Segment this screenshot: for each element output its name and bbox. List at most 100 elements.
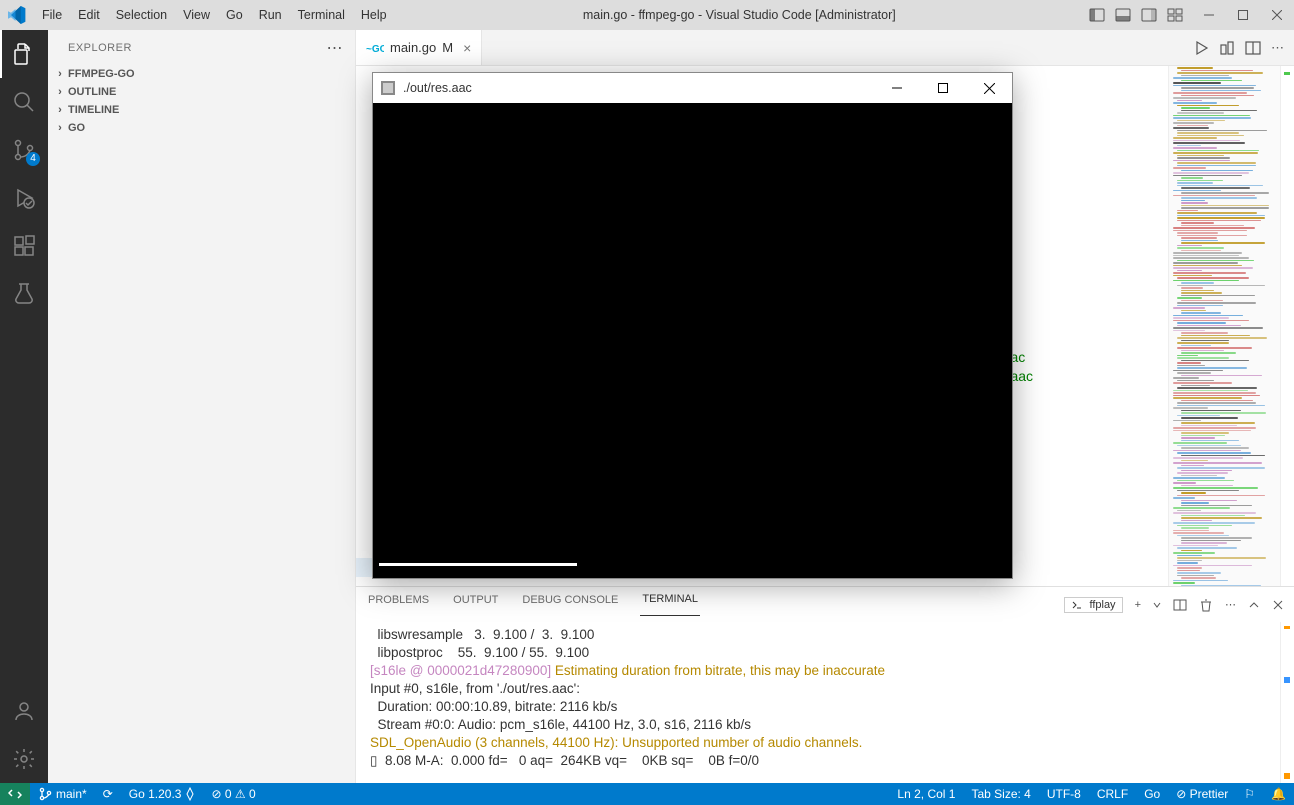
minimap-line [1173,407,1208,409]
minimap-line [1173,512,1256,514]
activity-settings-icon[interactable] [0,735,48,783]
kill-terminal-icon[interactable] [1199,598,1213,612]
tab-main-go[interactable]: ~GO main.go M × [356,30,482,65]
activity-testing-icon[interactable] [0,270,48,318]
activity-extensions-icon[interactable] [0,222,48,270]
menu-help[interactable]: Help [353,0,395,30]
sidebar-section-label: GO [68,122,85,134]
status-branch[interactable]: main* [30,783,95,805]
terminal-output[interactable]: libswresample 3. 9.100 / 3. 9.100 libpos… [356,622,1280,783]
menu-edit[interactable]: Edit [70,0,108,30]
minimap-line [1173,117,1251,119]
terminal-task-chip[interactable]: ffplay [1064,597,1122,613]
minimap-line [1177,125,1208,127]
panel-tab-terminal[interactable]: TERMINAL [640,593,700,616]
media-minimize-icon[interactable] [874,73,920,103]
minimap-line [1177,555,1202,557]
minimap-line [1173,427,1256,429]
activity-search-icon[interactable] [0,78,48,126]
status-notifications-icon[interactable]: 🔔 [1263,783,1294,805]
activity-run-debug-icon[interactable] [0,174,48,222]
minimap-line [1173,267,1253,269]
menu-go[interactable]: Go [218,0,251,30]
minimap-line [1177,260,1254,262]
menu-file[interactable]: File [34,0,70,30]
status-tab-size[interactable]: Tab Size: 4 [963,783,1038,805]
status-diagnostics[interactable]: ⊘ 0 ⚠ 0 [203,783,263,805]
panel-close-icon[interactable] [1272,599,1284,611]
sidebar-section-outline[interactable]: ›OUTLINE [48,83,355,101]
debug-alt-icon[interactable] [1219,40,1235,56]
minimap-line [1177,297,1202,299]
menu-selection[interactable]: Selection [108,0,175,30]
minimap-line [1173,522,1255,524]
minimap-line [1177,132,1239,134]
window-minimize-icon[interactable] [1192,0,1226,30]
panel-tab-problems[interactable]: PROBLEMS [366,594,431,616]
editor-scrollbar[interactable] [1280,66,1294,586]
activity-explorer-icon[interactable] [0,30,48,78]
status-go-version[interactable]: Go 1.20.3 [121,783,204,805]
minimap-line [1177,162,1256,164]
status-feedback-icon[interactable]: ⚐ [1236,783,1263,805]
layout-toggle-sidebar-left-icon[interactable] [1084,0,1110,30]
minimap-line [1173,397,1242,399]
media-player-window[interactable]: ./out/res.aac [372,72,1013,579]
status-language[interactable]: Go [1136,783,1168,805]
sidebar-section-timeline[interactable]: ›TIMELINE [48,101,355,119]
status-ln-col[interactable]: Ln 2, Col 1 [889,783,963,805]
panel-more-icon[interactable]: ⋯ [1225,598,1236,611]
status-formatter[interactable]: ⊘ Prettier [1168,783,1236,805]
minimap-line [1177,575,1214,577]
panel-tab-output[interactable]: OUTPUT [451,594,500,616]
minimap-line [1173,307,1205,309]
terminal-scrollbar[interactable] [1280,622,1294,783]
terminal-task-label: ffplay [1089,599,1115,611]
minimap-line [1177,270,1202,272]
status-eol[interactable]: CRLF [1089,783,1136,805]
new-terminal-icon[interactable]: + [1135,599,1141,611]
sidebar-section-ffmpeg-go[interactable]: ›FFMPEG-GO [48,65,355,83]
sidebar-section-go[interactable]: ›GO [48,119,355,137]
explorer-more-icon[interactable]: ⋯ [327,38,344,58]
minimap[interactable]: spec [1168,66,1280,586]
window-close-icon[interactable] [1260,0,1294,30]
minimap-line [1181,447,1249,449]
minimap-line [1177,402,1256,404]
media-maximize-icon[interactable] [920,73,966,103]
minimap-line [1181,70,1253,72]
minimap-line [1181,90,1261,92]
minimap-line [1181,110,1257,112]
activity-source-control-icon[interactable]: 4 [0,126,48,174]
run-icon[interactable] [1193,40,1209,56]
minimap-line [1181,517,1262,519]
status-encoding[interactable]: UTF-8 [1039,783,1089,805]
terminal-line: Input #0, s16le, from './out/res.aac': [370,681,580,696]
sidebar-section-label: FFMPEG-GO [68,68,135,80]
terminal-dropdown-icon[interactable] [1153,601,1161,609]
media-titlebar[interactable]: ./out/res.aac [373,73,1012,103]
window-maximize-icon[interactable] [1226,0,1260,30]
split-editor-icon[interactable] [1245,40,1261,56]
media-close-icon[interactable] [966,73,1012,103]
menu-view[interactable]: View [175,0,218,30]
activity-accounts-icon[interactable] [0,687,48,735]
minimap-line [1181,460,1208,462]
split-terminal-icon[interactable] [1173,598,1187,612]
status-remote[interactable] [0,783,30,805]
layout-toggle-sidebar-right-icon[interactable] [1136,0,1162,30]
terminal-line: Stream #0:0: Audio: pcm_s16le, 44100 Hz,… [370,717,751,732]
menu-terminal[interactable]: Terminal [290,0,353,30]
tab-close-icon[interactable]: × [463,40,471,56]
menu-run[interactable]: Run [251,0,290,30]
status-sync[interactable]: ⟳ [95,783,121,805]
layout-toggle-panel-icon[interactable] [1110,0,1136,30]
panel-tab-debug-console[interactable]: DEBUG CONSOLE [520,594,620,616]
panel-chevron-up-icon[interactable] [1248,599,1260,611]
minimap-line [1177,247,1224,249]
editor-more-icon[interactable]: ⋯ [1271,40,1284,56]
minimap-line [1181,197,1257,199]
customize-layout-icon[interactable] [1162,0,1188,30]
minimap-line [1173,392,1256,394]
terminal-line: [s16le @ 0000021d47280900] [370,663,551,678]
